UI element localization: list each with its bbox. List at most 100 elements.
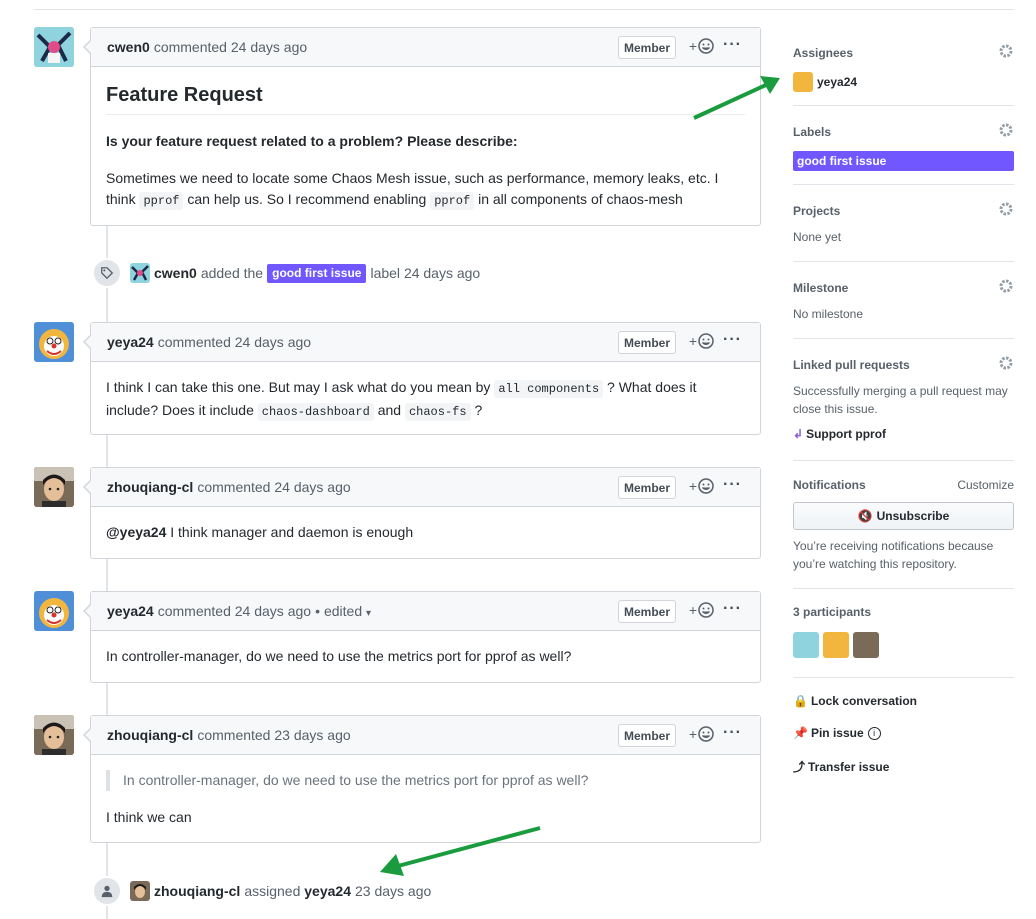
event-time[interactable]: 24 days ago	[404, 265, 480, 281]
plus-sign: +	[688, 478, 697, 494]
comment-header: cwen0 commented 24 days ago Member + ···	[91, 28, 760, 67]
more-options-button[interactable]: ···	[723, 476, 742, 494]
comment-header: zhouqiang-cl commented 23 days ago Membe…	[91, 716, 760, 755]
sidebar-notifications: Notifications Customize 🔇 Unsubscribe You’…	[793, 478, 1014, 573]
add-reaction-button[interactable]: +	[689, 602, 714, 618]
plus-sign: +	[688, 38, 697, 54]
top-divider	[34, 9, 1014, 10]
member-badge: Member	[617, 331, 676, 354]
mini-avatar-zhouqiang-cl[interactable]	[130, 881, 150, 901]
event-actor[interactable]: zhouqiang-cl	[154, 883, 240, 899]
more-options-button[interactable]: ···	[723, 724, 742, 742]
smiley-icon	[698, 38, 714, 54]
avatar-yeya24[interactable]	[34, 591, 74, 631]
gear-icon[interactable]	[998, 278, 1014, 297]
code-all-components: all components	[494, 380, 604, 398]
comment-author[interactable]: cwen0	[107, 39, 150, 55]
comment-time[interactable]: 24 days ago	[231, 39, 307, 55]
comment-question: Is your feature request related to a pro…	[106, 133, 518, 149]
add-reaction-button[interactable]: +	[689, 726, 714, 742]
comment-action: commented	[157, 334, 231, 350]
event-verb: added the	[200, 265, 264, 281]
more-options-button[interactable]: ···	[723, 600, 742, 618]
linked-prs-title[interactable]: Linked pull requests	[793, 358, 910, 372]
person-icon	[92, 876, 122, 906]
comment-action: commented	[153, 39, 227, 55]
sidebar-projects: Projects None yet	[793, 201, 1014, 246]
avatar-zhouqiang-cl[interactable]	[34, 467, 74, 507]
avatar-cwen0[interactable]	[34, 27, 74, 67]
comment-time[interactable]: 24 days ago	[235, 603, 311, 619]
transfer-issue-link[interactable]: ⤴ Transfer issue	[793, 758, 1014, 775]
gear-icon[interactable]	[998, 201, 1014, 220]
lock-icon: 🔒	[793, 694, 808, 708]
sidebar-divider	[793, 338, 1014, 339]
comment-time[interactable]: 24 days ago	[235, 334, 311, 350]
user-mention[interactable]: @yeya24	[106, 524, 166, 540]
edited-dropdown[interactable]: edited ▾	[324, 603, 371, 619]
assignee-user[interactable]: yeya24	[793, 72, 1014, 92]
comment-1: cwen0 commented 24 days ago Member + ···…	[83, 27, 761, 226]
pull-request-icon: ↲	[793, 427, 804, 441]
projects-value: None yet	[793, 230, 842, 244]
comment-action: commented	[197, 727, 271, 743]
customize-link[interactable]: Customize	[957, 478, 1014, 492]
gear-icon[interactable]	[998, 122, 1014, 141]
annotation-arrow	[693, 76, 780, 120]
milestone-title[interactable]: Milestone	[793, 281, 848, 295]
event-suffix: label	[370, 265, 401, 281]
linked-prs-description: Successfully merging a pull request may …	[793, 384, 1008, 416]
sidebar-milestone: Milestone No milestone	[793, 278, 1014, 323]
gear-icon[interactable]	[998, 355, 1014, 374]
comment-header: yeya24 commented 24 days ago • edited ▾ …	[91, 592, 760, 631]
info-icon[interactable]: i	[867, 726, 881, 740]
event-actor[interactable]: cwen0	[154, 265, 197, 281]
dot-separator: •	[315, 603, 320, 619]
participants-avatars	[793, 632, 1014, 658]
projects-title[interactable]: Projects	[793, 204, 840, 218]
pin-issue-link[interactable]: 📌 Pin issue i	[793, 726, 1014, 740]
tag-icon	[92, 258, 122, 288]
more-options-button[interactable]: ···	[723, 331, 742, 349]
comment-author[interactable]: yeya24	[107, 334, 154, 350]
gear-icon[interactable]	[998, 43, 1014, 62]
label-good-first-issue[interactable]: good first issue	[267, 263, 367, 283]
mute-icon: 🔇	[857, 509, 873, 523]
comment-author[interactable]: zhouqiang-cl	[107, 727, 193, 743]
sidebar-divider	[793, 460, 1014, 461]
participant-avatar-cwen0[interactable]	[793, 632, 819, 658]
label-good-first-issue[interactable]: good first issue	[793, 151, 1014, 171]
unsubscribe-button[interactable]: 🔇 Unsubscribe	[793, 502, 1014, 530]
linked-pr-item[interactable]: ↲ Support pprof	[793, 427, 1014, 441]
sidebar-divider	[793, 261, 1014, 262]
member-badge: Member	[617, 600, 676, 623]
add-reaction-button[interactable]: +	[689, 333, 714, 349]
member-badge: Member	[617, 724, 676, 747]
avatar-zhouqiang-cl[interactable]	[34, 715, 74, 755]
assignee-avatar	[793, 72, 813, 92]
milestone-value: No milestone	[793, 307, 864, 321]
event-time[interactable]: 23 days ago	[355, 883, 431, 899]
comment-author[interactable]: yeya24	[107, 603, 154, 619]
add-reaction-button[interactable]: +	[689, 38, 714, 54]
smiley-icon	[698, 333, 714, 349]
assignees-title[interactable]: Assignees	[793, 46, 853, 60]
comment-body: I think I can take this one. But may I a…	[106, 379, 697, 421]
sidebar-divider	[793, 184, 1014, 185]
comment-time[interactable]: 23 days ago	[274, 727, 350, 743]
event-target[interactable]: yeya24	[304, 883, 351, 899]
labels-title[interactable]: Labels	[793, 125, 831, 139]
participant-avatar-yeya24[interactable]	[823, 632, 849, 658]
comment-author[interactable]: zhouqiang-cl	[107, 479, 193, 495]
participant-avatar-zhouqiang-cl[interactable]	[853, 632, 879, 658]
more-options-button[interactable]: ···	[723, 36, 742, 54]
avatar-yeya24[interactable]	[34, 322, 74, 362]
add-reaction-button[interactable]: +	[689, 478, 714, 494]
comment-time[interactable]: 24 days ago	[274, 479, 350, 495]
event-verb: assigned	[244, 883, 301, 899]
member-badge: Member	[617, 36, 676, 59]
mini-avatar-cwen0[interactable]	[130, 263, 150, 283]
lock-conversation-link[interactable]: 🔒 Lock conversation	[793, 694, 1014, 708]
comment-3: zhouqiang-cl commented 24 days ago Membe…	[83, 467, 761, 559]
plus-sign: +	[688, 333, 697, 349]
